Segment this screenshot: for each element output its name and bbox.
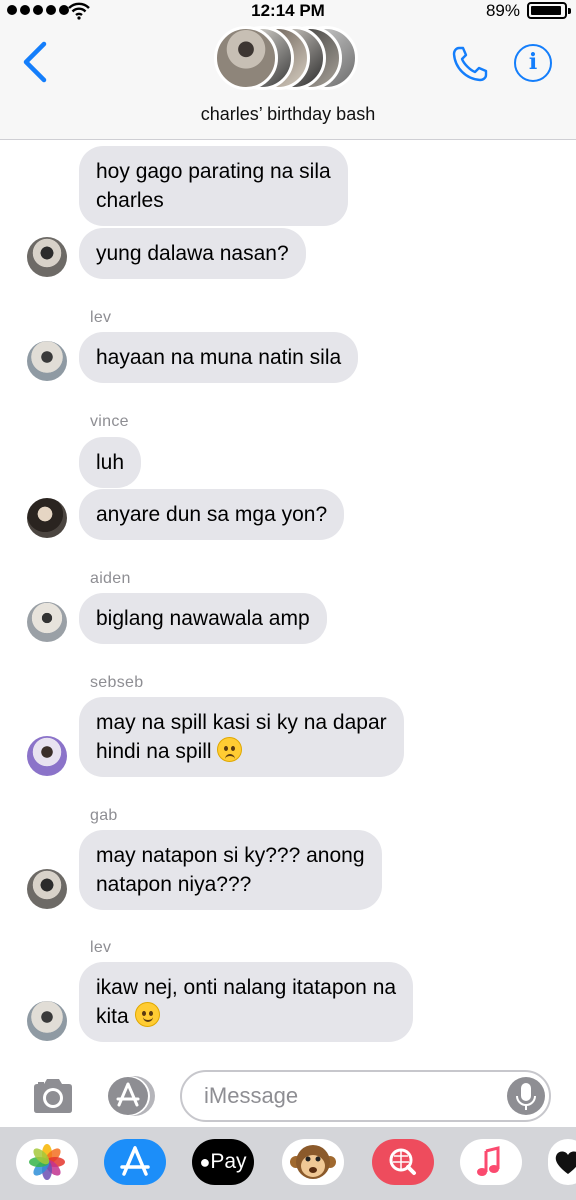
sender-name: lev — [90, 939, 112, 956]
apple-pay-icon[interactable]: ●Pay — [192, 1139, 254, 1185]
sender-name: lev — [90, 309, 112, 326]
pensive-face-icon — [217, 737, 243, 762]
sender-name: vince — [90, 413, 129, 430]
message-bubble[interactable]: hoy gago parating na sila charles — [79, 146, 348, 226]
heart-app-icon[interactable] — [548, 1139, 576, 1185]
sender-avatar — [27, 602, 67, 642]
battery-percent: 89% — [485, 1, 520, 20]
sender-avatar — [27, 498, 67, 538]
app-drawer: ●Pay — [0, 1127, 576, 1200]
sender-avatar — [27, 237, 67, 277]
phone-icon[interactable] — [450, 44, 490, 84]
message-bubble[interactable]: anyare dun sa mga yon? — [79, 489, 345, 540]
message-bubble[interactable]: may natapon si ky??? anong natapon niya?… — [79, 830, 382, 910]
message-bubble[interactable]: yung dalawa nasan? — [79, 228, 306, 279]
message-bubble[interactable]: luh — [79, 437, 142, 488]
compose-bar: iMessage — [0, 1065, 576, 1127]
apple-logo-icon: ● — [199, 1152, 211, 1172]
message-input-placeholder: iMessage — [204, 1083, 299, 1108]
photos-app-icon[interactable] — [16, 1139, 78, 1185]
sender-name: aiden — [90, 570, 131, 587]
info-icon[interactable]: i — [514, 44, 552, 82]
group-name[interactable]: charles’ birthday bash — [0, 104, 576, 125]
message-bubble[interactable]: hayaan na muna natin sila — [79, 332, 359, 383]
sender-name: gab — [90, 807, 118, 824]
status-bar: 12:14 PM 89% — [0, 0, 576, 22]
back-chevron-icon[interactable] — [18, 40, 52, 84]
animoji-monkey-icon[interactable] — [282, 1139, 344, 1185]
conversation-header: charles’ birthday bash i — [0, 22, 576, 140]
sender-avatar — [27, 869, 67, 909]
member-avatar — [214, 26, 278, 90]
music-app-icon[interactable] — [460, 1139, 522, 1185]
group-avatar-stack[interactable] — [214, 22, 364, 92]
message-input[interactable]: iMessage — [180, 1070, 551, 1122]
message-bubble[interactable]: biglang nawawala amp — [79, 593, 327, 644]
app-store-apps-icon[interactable] — [104, 1075, 156, 1117]
app-store-icon[interactable] — [104, 1139, 166, 1185]
web-image-search-icon[interactable] — [372, 1139, 434, 1185]
sender-avatar — [27, 736, 67, 776]
sender-avatar — [27, 1001, 67, 1041]
camera-icon[interactable] — [30, 1077, 76, 1115]
sender-avatar — [27, 341, 67, 381]
battery-icon — [527, 2, 571, 19]
message-thread[interactable]: hoy gago parating na sila charles yung d… — [0, 140, 576, 1065]
sender-name: sebseb — [90, 674, 144, 691]
message-bubble[interactable]: ikaw nej, onti nalang itatapon na kita — [79, 962, 414, 1042]
message-bubble[interactable]: may na spill kasi si ky na dapar hindi n… — [79, 697, 404, 777]
slightly-smiling-face-icon — [134, 1002, 160, 1027]
microphone-icon[interactable] — [507, 1077, 545, 1115]
